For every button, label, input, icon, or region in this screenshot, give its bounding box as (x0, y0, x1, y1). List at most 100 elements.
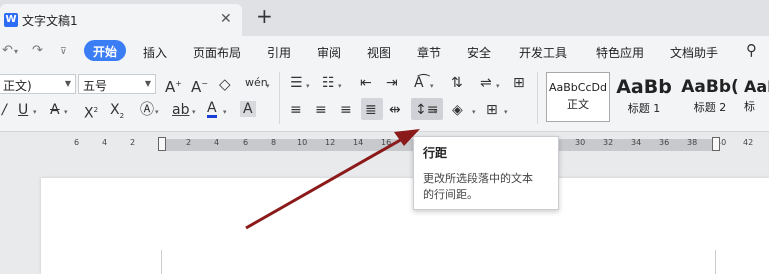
table-icon[interactable]: ⊞ (513, 75, 525, 91)
search-icon[interactable]: ⚲ (746, 41, 757, 59)
align-center-icon[interactable]: ≡ (315, 102, 327, 118)
align-left-icon[interactable]: ≡ (290, 102, 302, 118)
show-marks-dropdown-icon[interactable]: ▾ (496, 82, 500, 90)
bullet-list-icon[interactable]: ☰ (290, 75, 303, 91)
underline-icon[interactable]: U (18, 102, 28, 118)
text-direction-icon[interactable]: A͡ (414, 75, 424, 91)
ruler-label: 32 (603, 138, 614, 147)
phonetic-guide-icon[interactable]: wén (245, 75, 268, 91)
chevron-down-icon: ▼ (64, 79, 71, 88)
italic-icon[interactable]: / (2, 102, 7, 118)
ruler-label: 4 (102, 138, 108, 147)
font-color-icon[interactable]: A (207, 101, 217, 118)
menu-page-layout[interactable]: 页面布局 (193, 44, 241, 61)
menu-developer[interactable]: 开发工具 (519, 44, 567, 61)
menu-view[interactable]: 视图 (367, 44, 391, 61)
ruler-label: 14 (353, 138, 364, 147)
style-heading-3[interactable]: AaB 标 (744, 72, 769, 122)
customize-quick-access-icon[interactable]: ⊽ (60, 47, 67, 57)
ribbon-separator (279, 72, 280, 124)
document-page[interactable] (41, 178, 769, 274)
distributed-align-icon[interactable]: ⇹ (389, 102, 401, 118)
align-right-icon[interactable]: ≡ (340, 102, 352, 118)
strikethrough-dropdown-icon[interactable]: ▾ (64, 108, 68, 116)
text-effect-icon[interactable]: Ⓐ (140, 102, 154, 118)
menu-security[interactable]: 安全 (467, 44, 491, 61)
numbered-dropdown-icon[interactable]: ▾ (338, 82, 342, 90)
increase-indent-icon[interactable]: ⇥ (386, 75, 398, 91)
chevron-down-icon: ▼ (144, 79, 151, 88)
grow-font-icon[interactable]: A+ (165, 76, 182, 95)
font-name-value: 正文) (3, 79, 32, 93)
strikethrough-icon[interactable]: A (50, 102, 60, 118)
decrease-indent-icon[interactable]: ⇤ (360, 75, 372, 91)
ruler-label: 34 (631, 138, 642, 147)
undo-dropdown-icon[interactable]: ▾ (14, 47, 18, 56)
style-heading-2[interactable]: AaBb( 标题 2 (678, 72, 742, 122)
sort-icon[interactable]: ⇅ (451, 75, 463, 91)
ruler-label: 38 (687, 138, 698, 147)
styles-gallery: AaBbCcDd 正文 AaBb 标题 1 AaBb( 标题 2 AaB 标 (544, 72, 769, 122)
phonetic-dropdown-icon[interactable]: ▾ (266, 82, 270, 90)
show-marks-icon[interactable]: ⇌ (480, 75, 492, 91)
bullet-dropdown-icon[interactable]: ▾ (306, 82, 310, 90)
menu-references[interactable]: 引用 (267, 44, 291, 61)
left-indent-marker[interactable] (158, 137, 166, 151)
ruler-label: 42 (743, 138, 754, 147)
menu-insert[interactable]: 插入 (143, 44, 167, 61)
underline-dropdown-icon[interactable]: ▾ (33, 108, 37, 116)
shrink-font-icon[interactable]: A− (191, 76, 208, 95)
wps-writer-icon: W (4, 13, 18, 27)
style-name: 正文 (567, 98, 589, 111)
shading-dropdown-icon[interactable]: ▾ (472, 108, 476, 116)
horizontal-ruler[interactable]: 6 4 2 2 4 6 8 10 12 14 16 30 32 34 36 38… (0, 134, 769, 156)
ruler-label: 6 (74, 138, 80, 147)
shading-icon[interactable]: ◈ (452, 102, 463, 118)
clear-format-icon[interactable]: ◇ (219, 76, 231, 92)
justify-icon[interactable]: ≣ (365, 102, 377, 118)
borders-dropdown-icon[interactable]: ▾ (504, 108, 508, 116)
style-preview: AaBbCcDd (549, 81, 607, 94)
text-direction-dropdown-icon[interactable]: ▾ (430, 82, 434, 90)
style-normal[interactable]: AaBbCcDd 正文 (546, 72, 610, 122)
highlight-dropdown-icon[interactable]: ▾ (192, 108, 196, 116)
redo-icon[interactable]: ↷ (32, 43, 43, 58)
new-tab-button[interactable]: + (256, 6, 273, 26)
menu-doc-assistant[interactable]: 文档助手 (670, 44, 718, 61)
style-name: 标题 2 (693, 101, 727, 114)
title-bar: W 文字文稿1 ✕ + (0, 0, 769, 36)
line-spacing-dropdown-icon[interactable]: ▾ (434, 108, 438, 116)
line-spacing-tooltip: 行距 更改所选段落中的文本 的行间距。 (413, 136, 559, 210)
superscript-icon[interactable]: X2 (84, 102, 98, 122)
undo-icon[interactable]: ↶ (2, 43, 13, 58)
ruler-label: 6 (243, 138, 249, 147)
style-heading-1[interactable]: AaBb 标题 1 (612, 72, 676, 122)
font-color-dropdown-icon[interactable]: ▾ (223, 108, 227, 116)
right-margin-guide (715, 250, 716, 274)
close-tab-icon[interactable]: ✕ (220, 11, 232, 27)
style-name: 标题 1 (627, 102, 661, 115)
ruler-label: 12 (325, 138, 336, 147)
tooltip-description-line: 的行间距。 (423, 188, 478, 201)
left-margin-guide (161, 250, 162, 274)
menu-review[interactable]: 审阅 (317, 44, 341, 61)
menu-home[interactable]: 开始 (84, 40, 127, 61)
right-indent-marker[interactable] (712, 137, 720, 151)
numbered-list-icon[interactable]: ☷ (322, 75, 335, 91)
font-size-combo[interactable]: 五号 ▼ (78, 74, 156, 94)
document-tab[interactable]: W 文字文稿1 ✕ (0, 4, 242, 36)
font-name-combo[interactable]: 正文) ▼ (0, 74, 76, 94)
menu-chapter[interactable]: 章节 (417, 44, 441, 61)
style-name: 标 (744, 100, 755, 113)
highlight-icon[interactable]: ab (172, 102, 189, 118)
tooltip-description: 更改所选段落中的文本 的行间距。 (423, 171, 549, 203)
ruler-label: 30 (575, 138, 586, 147)
borders-icon[interactable]: ⊞ (486, 102, 498, 118)
font-size-value: 五号 (83, 79, 108, 93)
menu-special-apps[interactable]: 特色应用 (596, 44, 644, 61)
subscript-icon[interactable]: X2 (110, 102, 124, 124)
character-shading-icon[interactable]: A (240, 101, 256, 117)
ruler-label: 2 (186, 138, 192, 147)
text-effect-dropdown-icon[interactable]: ▾ (155, 108, 159, 116)
style-preview: AaB (744, 77, 769, 96)
